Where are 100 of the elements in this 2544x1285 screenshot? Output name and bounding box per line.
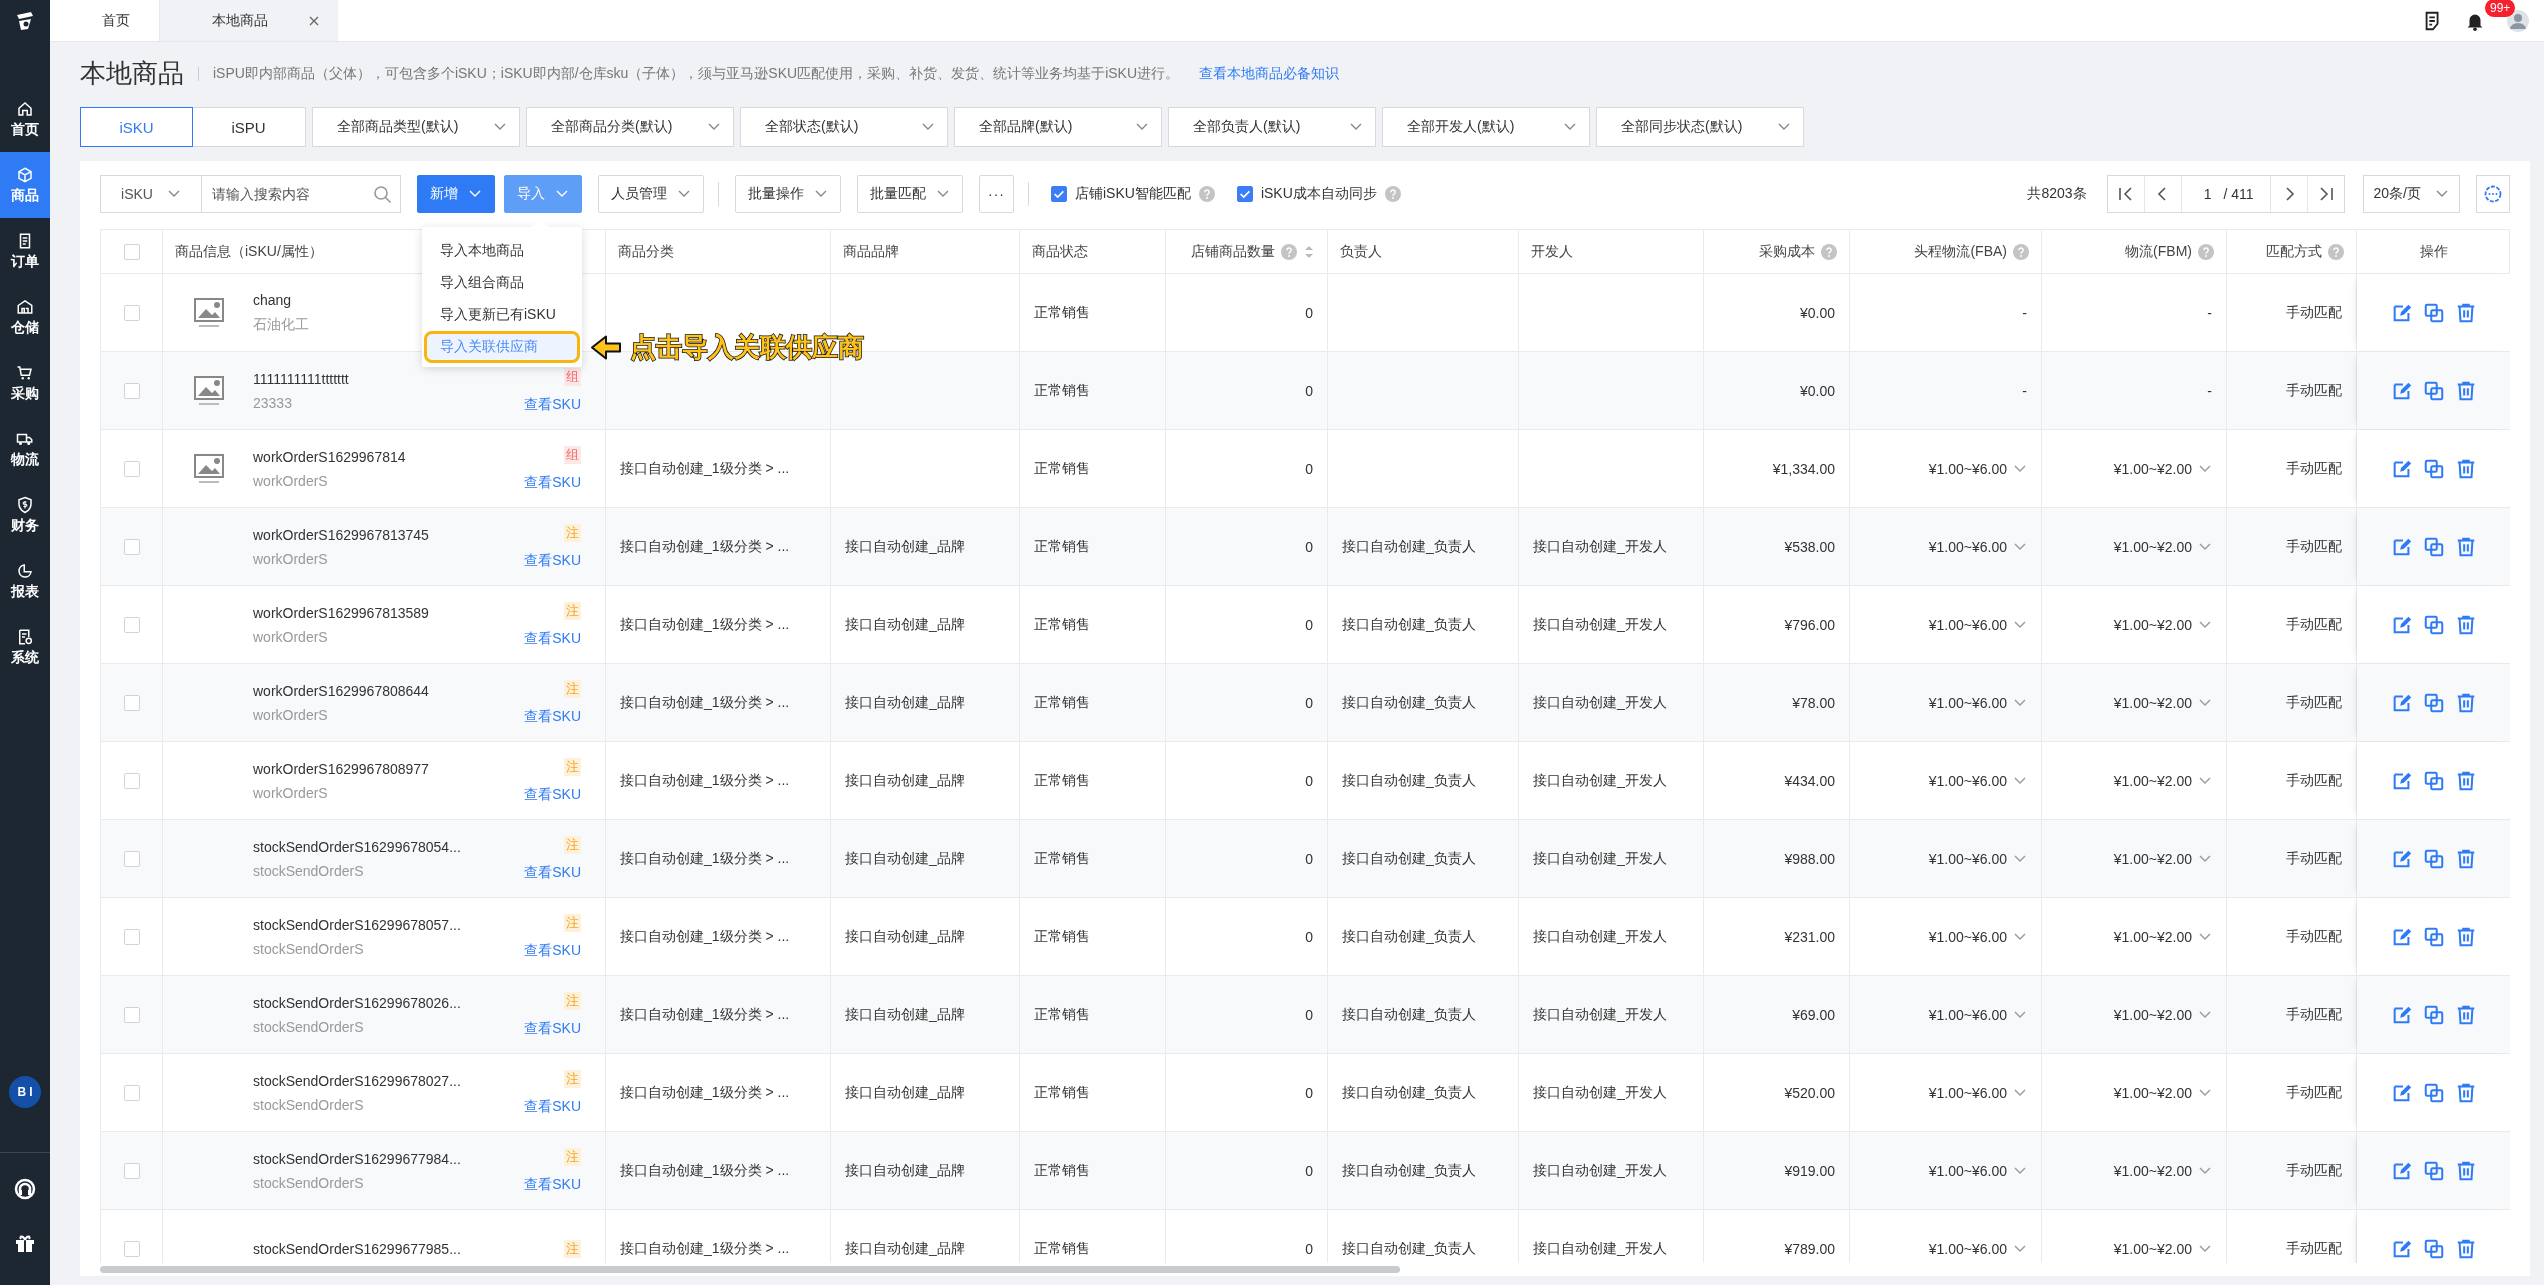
filter-dropdown[interactable]: 全部商品分类(默认): [526, 107, 734, 147]
brand-text: 接口自动创建_品牌: [845, 537, 965, 556]
filter-dropdown[interactable]: 全部品牌(默认): [954, 107, 1162, 147]
filter-dropdown[interactable]: 全部开发人(默认): [1382, 107, 1590, 147]
filter-dropdown[interactable]: 全部状态(默认): [740, 107, 948, 147]
product-name: chang: [253, 291, 292, 308]
view-sku-link[interactable]: 查看SKU: [524, 395, 581, 414]
cost-text: ¥520.00: [1784, 1084, 1835, 1101]
view-sku-link[interactable]: 查看SKU: [524, 863, 581, 882]
help-icon: [1821, 243, 1837, 260]
copy-icon[interactable]: [2422, 457, 2445, 480]
cube-icon: [16, 165, 34, 184]
nav-item[interactable]: 系统: [0, 614, 50, 680]
view-sku-link[interactable]: 查看SKU: [524, 785, 581, 804]
shipping-cost: ¥1.00~¥6.00: [1928, 772, 2007, 789]
checkbox-label: iSKU成本自动同步: [1260, 185, 1377, 203]
arrow-icon: [590, 333, 622, 361]
dropdown-button[interactable]: 批量匹配: [857, 175, 963, 213]
copy-icon[interactable]: [2422, 613, 2445, 636]
segment-tab[interactable]: iSKU: [80, 107, 193, 147]
match-method: 手动匹配: [2286, 1239, 2342, 1258]
tag: 注: [564, 1069, 581, 1088]
match-method: 手动匹配: [2286, 927, 2342, 946]
search-field[interactable]: iSKU 请输入搜索内容: [100, 175, 401, 213]
product-attribute: workOrderS: [253, 550, 328, 567]
more-button[interactable]: ···: [979, 175, 1014, 213]
checkbox[interactable]: [1236, 186, 1253, 202]
menu-item[interactable]: 导入本地商品: [422, 235, 582, 267]
tag: 注: [564, 835, 581, 854]
copy-icon[interactable]: [2422, 847, 2445, 870]
help-link[interactable]: 查看本地商品必备知识: [1199, 64, 1340, 83]
menu-item[interactable]: 导入组合商品: [422, 267, 582, 299]
copy-icon[interactable]: [2422, 1081, 2445, 1104]
copy-icon[interactable]: [2422, 301, 2445, 324]
shipping-cost: ¥1.00~¥2.00: [2113, 694, 2192, 711]
cost-text: ¥789.00: [1784, 1240, 1835, 1257]
count-text: 0: [1305, 382, 1313, 399]
dropdown-button[interactable]: 新增: [417, 175, 495, 213]
copy-icon[interactable]: [2422, 535, 2445, 558]
view-sku-link[interactable]: 查看SKU: [524, 1175, 581, 1194]
copy-icon[interactable]: [2422, 379, 2445, 402]
nav-item[interactable]: 首页: [0, 86, 50, 152]
copy-icon[interactable]: [2422, 1159, 2445, 1182]
nav-item[interactable]: 财务: [0, 482, 50, 548]
match-method: 手动匹配: [2286, 1005, 2342, 1024]
copy-icon[interactable]: [2422, 925, 2445, 948]
view-sku-link[interactable]: 查看SKU: [524, 1097, 581, 1116]
brand-text: 接口自动创建_品牌: [845, 1239, 965, 1258]
cost-text: ¥0.00: [1799, 382, 1835, 399]
cost-text: ¥919.00: [1784, 1162, 1835, 1179]
brand-text: 接口自动创建_品牌: [845, 1005, 965, 1024]
dropdown-button[interactable]: 批量操作: [735, 175, 841, 213]
column-header: 店铺商品数量: [1191, 242, 1275, 261]
settings-icon[interactable]: [2483, 184, 2503, 204]
view-sku-link[interactable]: 查看SKU: [524, 1019, 581, 1038]
category-text: 接口自动创建_1级分类 > ...: [620, 849, 790, 868]
copy-icon[interactable]: [2422, 769, 2445, 792]
view-sku-link[interactable]: 查看SKU: [524, 707, 581, 726]
copy-icon[interactable]: [2422, 1237, 2445, 1260]
filter-dropdown[interactable]: 全部同步状态(默认): [1596, 107, 1804, 147]
nav-item[interactable]: 订单: [0, 218, 50, 284]
segment-tab[interactable]: iSPU: [192, 108, 305, 146]
nav-item[interactable]: 商品: [0, 152, 50, 218]
bi-badge[interactable]: BI: [9, 1076, 41, 1108]
filter-dropdown[interactable]: 全部商品类型(默认): [312, 107, 520, 147]
search-icon[interactable]: [372, 184, 392, 204]
page-input[interactable]: 1: [2203, 186, 2212, 202]
shipping-cost: -: [2207, 382, 2212, 399]
checkbox[interactable]: [1051, 186, 1067, 202]
view-sku-link[interactable]: 查看SKU: [524, 629, 581, 648]
tab[interactable]: 本地商品: [160, 0, 338, 41]
view-sku-link[interactable]: 查看SKU: [524, 551, 581, 570]
product-name: stockSendOrderS16299677985...: [253, 1240, 461, 1257]
count-text: 0: [1305, 538, 1313, 555]
tag: 注: [564, 913, 581, 932]
dropdown-button[interactable]: 人员管理: [598, 175, 704, 213]
nav-item[interactable]: 采购: [0, 350, 50, 416]
tag: 注: [564, 1147, 581, 1166]
headset-icon[interactable]: [13, 1177, 37, 1201]
nav-item[interactable]: 仓储: [0, 284, 50, 350]
scrollbar[interactable]: [100, 1266, 1400, 1273]
copy-icon[interactable]: [2422, 1003, 2445, 1026]
view-sku-link[interactable]: 查看SKU: [524, 473, 581, 492]
nav-item[interactable]: 物流: [0, 416, 50, 482]
page-size-select[interactable]: 20条/页: [2362, 175, 2460, 213]
tag: 注: [564, 991, 581, 1010]
first-page-icon[interactable]: [2116, 185, 2135, 203]
shipping-cost: -: [2022, 304, 2027, 321]
shipping-cost: ¥1.00~¥2.00: [2113, 772, 2192, 789]
help-icon: [2198, 243, 2214, 260]
copy-icon[interactable]: [2422, 691, 2445, 714]
category-text: 接口自动创建_1级分类 > ...: [620, 771, 790, 790]
view-sku-link[interactable]: 查看SKU: [524, 941, 581, 960]
product-name: workOrderS1629967813589: [253, 604, 429, 621]
scope-select[interactable]: iSKU: [121, 186, 153, 202]
nav-item[interactable]: 报表: [0, 548, 50, 614]
filter-dropdown[interactable]: 全部负责人(默认): [1168, 107, 1376, 147]
developer-text: 接口自动创建_开发人: [1533, 927, 1667, 946]
close-icon[interactable]: [308, 14, 320, 27]
menu-item[interactable]: 导入更新已有iSKU: [422, 299, 582, 331]
